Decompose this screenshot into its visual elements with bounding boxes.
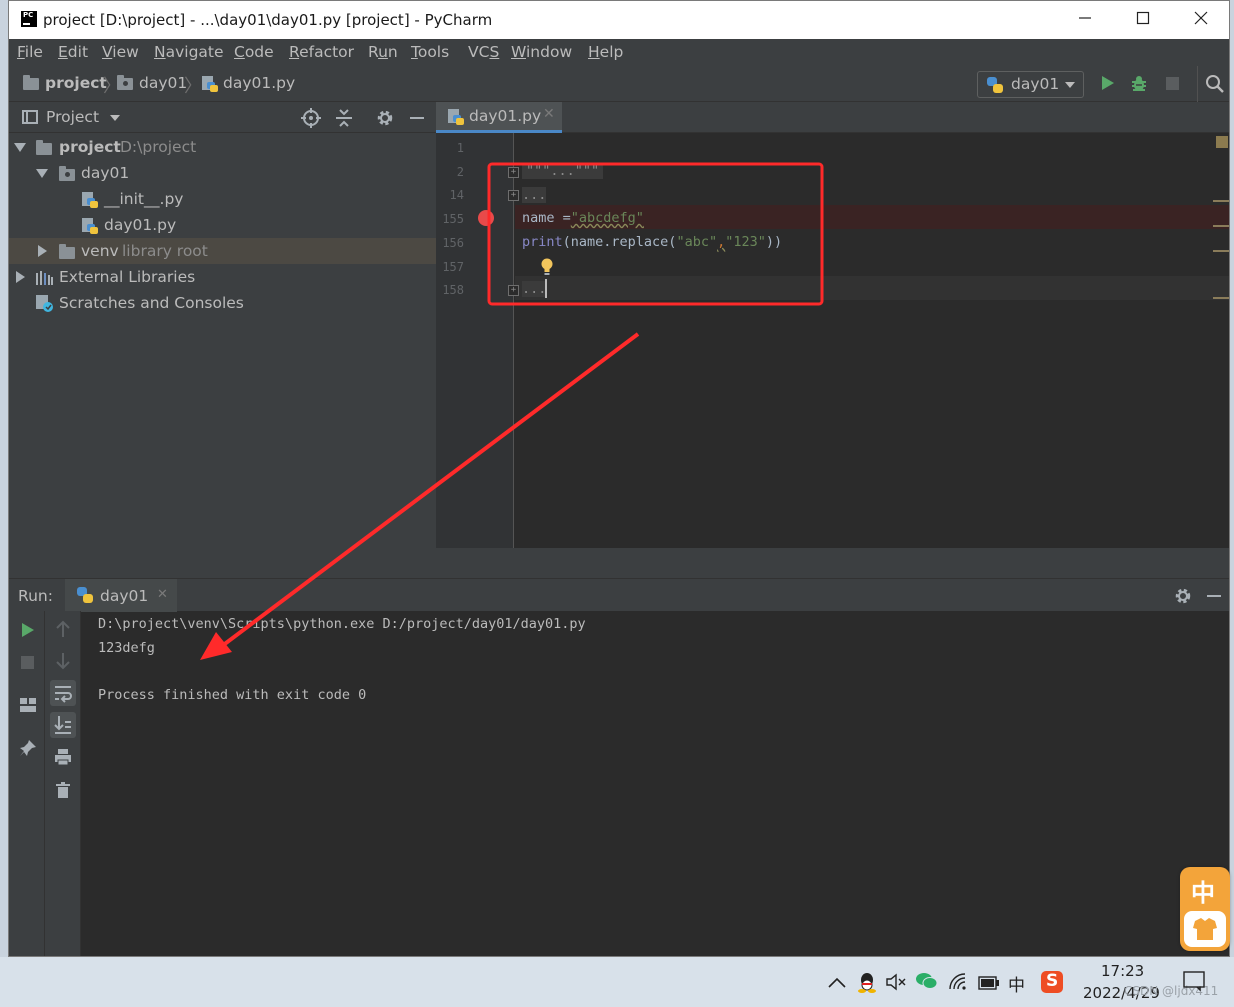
annotation-arrow-line <box>220 332 640 648</box>
battery-icon[interactable] <box>978 975 1000 994</box>
chevron-up-icon[interactable] <box>828 973 846 992</box>
annotation-highlight-box <box>487 162 824 306</box>
volume-muted-icon[interactable] <box>886 973 906 995</box>
ime-floating-widget[interactable]: 中 <box>1180 867 1230 951</box>
wechat-icon[interactable] <box>916 972 938 994</box>
clock-time[interactable]: 17:23 <box>1101 962 1144 980</box>
red-annotation-overlay <box>200 162 824 660</box>
qq-icon[interactable] <box>858 971 876 997</box>
ime-skin-icon[interactable] <box>1184 911 1226 947</box>
annotation-arrowhead <box>200 632 232 660</box>
windows-taskbar: 中 S 17:23 2022/4/29 CSDN @ljdx411 <box>0 957 1234 1007</box>
ime-indicator[interactable]: 中 <box>1008 971 1025 996</box>
notification-icon[interactable] <box>1183 971 1205 995</box>
ime-char: 中 <box>1191 879 1215 907</box>
wifi-icon[interactable] <box>948 972 968 994</box>
sogou-glyph-icon: S <box>1046 971 1059 991</box>
sogou-icon[interactable]: S <box>1041 971 1063 993</box>
